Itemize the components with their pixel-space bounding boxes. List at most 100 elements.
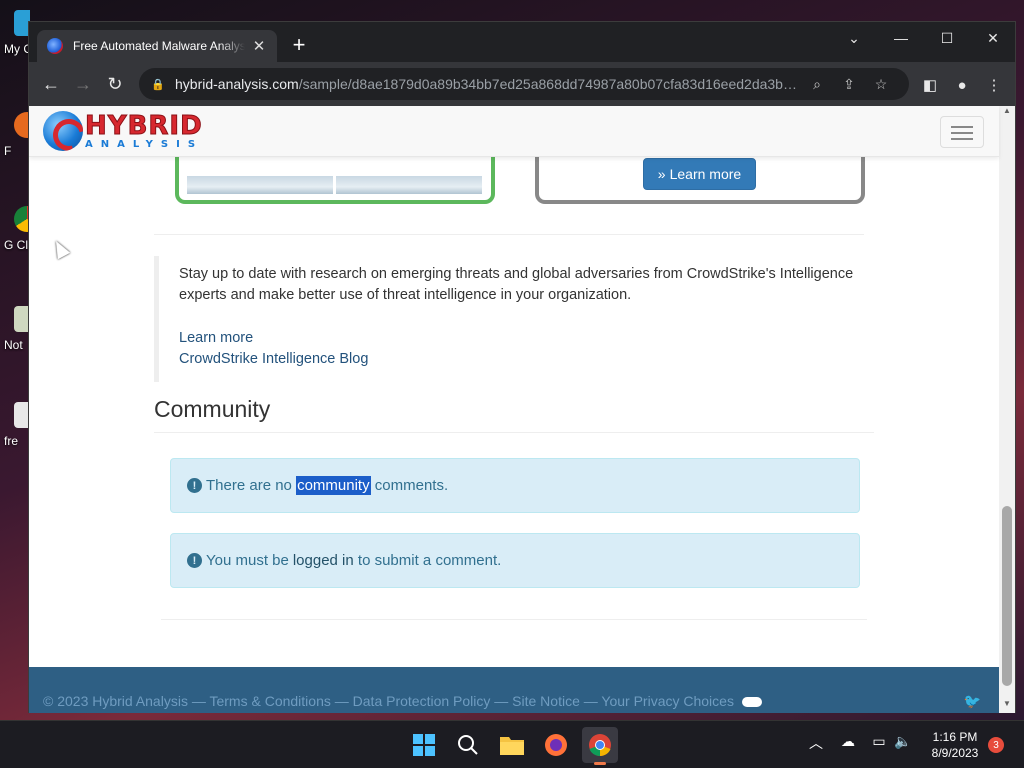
intel-text: Stay up to date with research on emergin… — [179, 266, 854, 303]
desktop-icon-chrome[interactable]: G Cl — [0, 206, 30, 252]
no-comments-alert: ! There are no community comments. — [170, 458, 860, 513]
desktop-icon-label: Not — [4, 338, 23, 352]
chrome-icon — [589, 734, 611, 757]
close-window-button[interactable]: ✕ — [970, 22, 1016, 54]
scrollbar-thumb[interactable] — [1002, 506, 1012, 686]
site-header: HYBRID ANALYSIS — [29, 106, 999, 157]
page-viewport: » Learn more Stay up to date with resear… — [29, 106, 1015, 713]
file-explorer-button[interactable] — [494, 727, 530, 763]
footer-separator: — — [490, 693, 513, 709]
footer-separator: — — [187, 693, 210, 709]
logo-wordmark: HYBRID — [84, 110, 203, 141]
footer-choices-link[interactable]: Your Privacy Choices — [601, 693, 734, 709]
menu-kebab-icon[interactable]: ⋮ — [983, 74, 1005, 96]
alert-text: comments. — [374, 477, 449, 494]
new-tab-button[interactable]: + — [287, 34, 311, 58]
share-icon[interactable]: ⇪ — [833, 76, 865, 93]
learn-more-button[interactable]: » Learn more — [643, 158, 756, 190]
screenshot-thumbnail[interactable] — [187, 176, 333, 194]
browser-window: Free Automated Malware Analysis Service … — [28, 21, 1016, 713]
twitter-icon[interactable]: 🐦 — [964, 693, 981, 710]
tab-bar: Free Automated Malware Analysis Service … — [29, 22, 1015, 62]
chrome-taskbar-button[interactable] — [582, 727, 618, 765]
divider — [161, 619, 867, 620]
desktop-icon-label: G Cl — [4, 238, 28, 252]
login-link[interactable]: logged in — [293, 552, 354, 569]
tab-title: Free Automated Malware Analysis Service — [73, 39, 245, 53]
volume-icon[interactable]: 🔈 — [892, 733, 914, 750]
login-required-alert: ! You must be logged in to submit a comme… — [170, 533, 860, 588]
back-button[interactable]: ← — [37, 70, 65, 98]
footer-privacy-link[interactable]: Data Protection Policy — [353, 693, 491, 709]
url-path: /sample/d8ae1879d0a89b34bb7ed25a868dd749… — [298, 76, 801, 92]
hybrid-analysis-logo[interactable]: HYBRID ANALYSIS — [43, 111, 203, 151]
privacy-choices-icon — [741, 697, 762, 708]
hamburger-menu-button[interactable] — [940, 116, 984, 148]
intelligence-blockquote: Stay up to date with research on emergin… — [154, 256, 872, 382]
desktop-icon-file[interactable]: fre — [0, 402, 30, 448]
taskbar: ︿ ☁ ▭ 🔈 1:16 PM 8/9/2023 3 — [0, 720, 1024, 768]
double-chevron-right-icon: » — [657, 166, 666, 182]
intel-blog-link[interactable]: CrowdStrike Intelligence Blog — [179, 349, 872, 370]
maximize-button[interactable]: ☐ — [924, 22, 970, 54]
divider — [154, 432, 874, 433]
intel-learn-more-link[interactable]: Learn more — [179, 328, 872, 349]
clock-date: 8/9/2023 — [931, 746, 979, 760]
learn-more-label: Learn more — [669, 166, 742, 182]
globe-logo-icon — [43, 111, 83, 151]
desktop-icon-label: fre — [4, 434, 19, 448]
footer-separator: — — [579, 693, 602, 709]
minimize-button[interactable]: — — [878, 22, 924, 54]
desktop-icon-my-computer[interactable]: My C — [0, 10, 30, 56]
close-tab-icon[interactable]: ✕ — [251, 37, 267, 55]
desktop-icon-label: My C — [4, 42, 30, 56]
system-clock[interactable]: 1:16 PM 8/9/2023 — [920, 729, 990, 761]
search-icon — [458, 735, 478, 755]
address-bar[interactable]: 🔒 hybrid-analysis.com /sample/d8ae1879d0… — [139, 68, 909, 100]
firefox-icon — [545, 734, 567, 756]
reload-button[interactable]: ↻ — [101, 70, 129, 98]
exclamation-circle-icon: ! — [187, 553, 202, 568]
alert-text: There are no — [206, 477, 292, 494]
side-panel-icon[interactable]: ◧ — [919, 74, 941, 96]
lock-icon: 🔒 — [151, 78, 165, 91]
selected-text: community — [296, 476, 371, 495]
browser-toolbar: ← → ↻ 🔒 hybrid-analysis.com /sample/d8ae… — [29, 62, 1015, 106]
footer-terms-link[interactable]: Terms & Conditions — [209, 693, 330, 709]
footer-notice-link[interactable]: Site Notice — [512, 693, 580, 709]
browser-tab[interactable]: Free Automated Malware Analysis Service … — [37, 30, 277, 62]
screenshot-thumbnail[interactable] — [336, 176, 482, 194]
divider — [154, 234, 864, 235]
community-heading: Community — [154, 396, 271, 422]
footer-copyright: © 2023 Hybrid Analysis — [43, 693, 188, 709]
cloud-off-icon[interactable]: ☁ — [837, 733, 859, 750]
search-icon[interactable]: ⌕ — [801, 76, 833, 93]
alert-text: to submit a comment. — [357, 552, 502, 569]
folder-icon — [500, 737, 524, 755]
bookmark-star-icon[interactable]: ☆ — [865, 76, 897, 93]
windows-logo-icon — [413, 734, 435, 756]
logo-subtitle: ANALYSIS — [85, 138, 204, 150]
forward-button[interactable]: → — [69, 70, 97, 98]
clock-time: 1:16 PM — [932, 730, 978, 744]
alert-text: You must be — [206, 552, 289, 569]
network-icon[interactable]: ▭ — [868, 733, 890, 750]
firefox-taskbar-button[interactable] — [538, 727, 574, 763]
show-hidden-icons-chevron-icon[interactable]: ︿ — [805, 733, 827, 753]
page-scrollbar[interactable]: ▲ ▼ — [999, 106, 1015, 713]
url-host: hybrid-analysis.com — [175, 76, 299, 92]
desktop-icon-label: F — [4, 144, 12, 158]
notification-badge[interactable]: 3 — [988, 737, 1004, 753]
desktop-icon-firefox[interactable]: F — [0, 112, 30, 158]
profile-icon[interactable]: ● — [951, 74, 973, 96]
taskbar-search-button[interactable] — [450, 727, 486, 763]
desktop-icon-notepad[interactable]: Not — [0, 306, 30, 352]
site-footer: © 2023 Hybrid Analysis — Terms & Conditi… — [29, 667, 999, 713]
start-button[interactable] — [406, 727, 442, 763]
exclamation-circle-icon: ! — [187, 478, 202, 493]
scroll-down-arrow-icon[interactable]: ▼ — [999, 699, 1015, 713]
page-content: » Learn more Stay up to date with resear… — [29, 106, 999, 713]
tab-search-icon[interactable]: ⌄ — [831, 22, 877, 54]
scroll-up-arrow-icon[interactable]: ▲ — [999, 106, 1015, 120]
site-favicon-icon — [47, 38, 63, 54]
